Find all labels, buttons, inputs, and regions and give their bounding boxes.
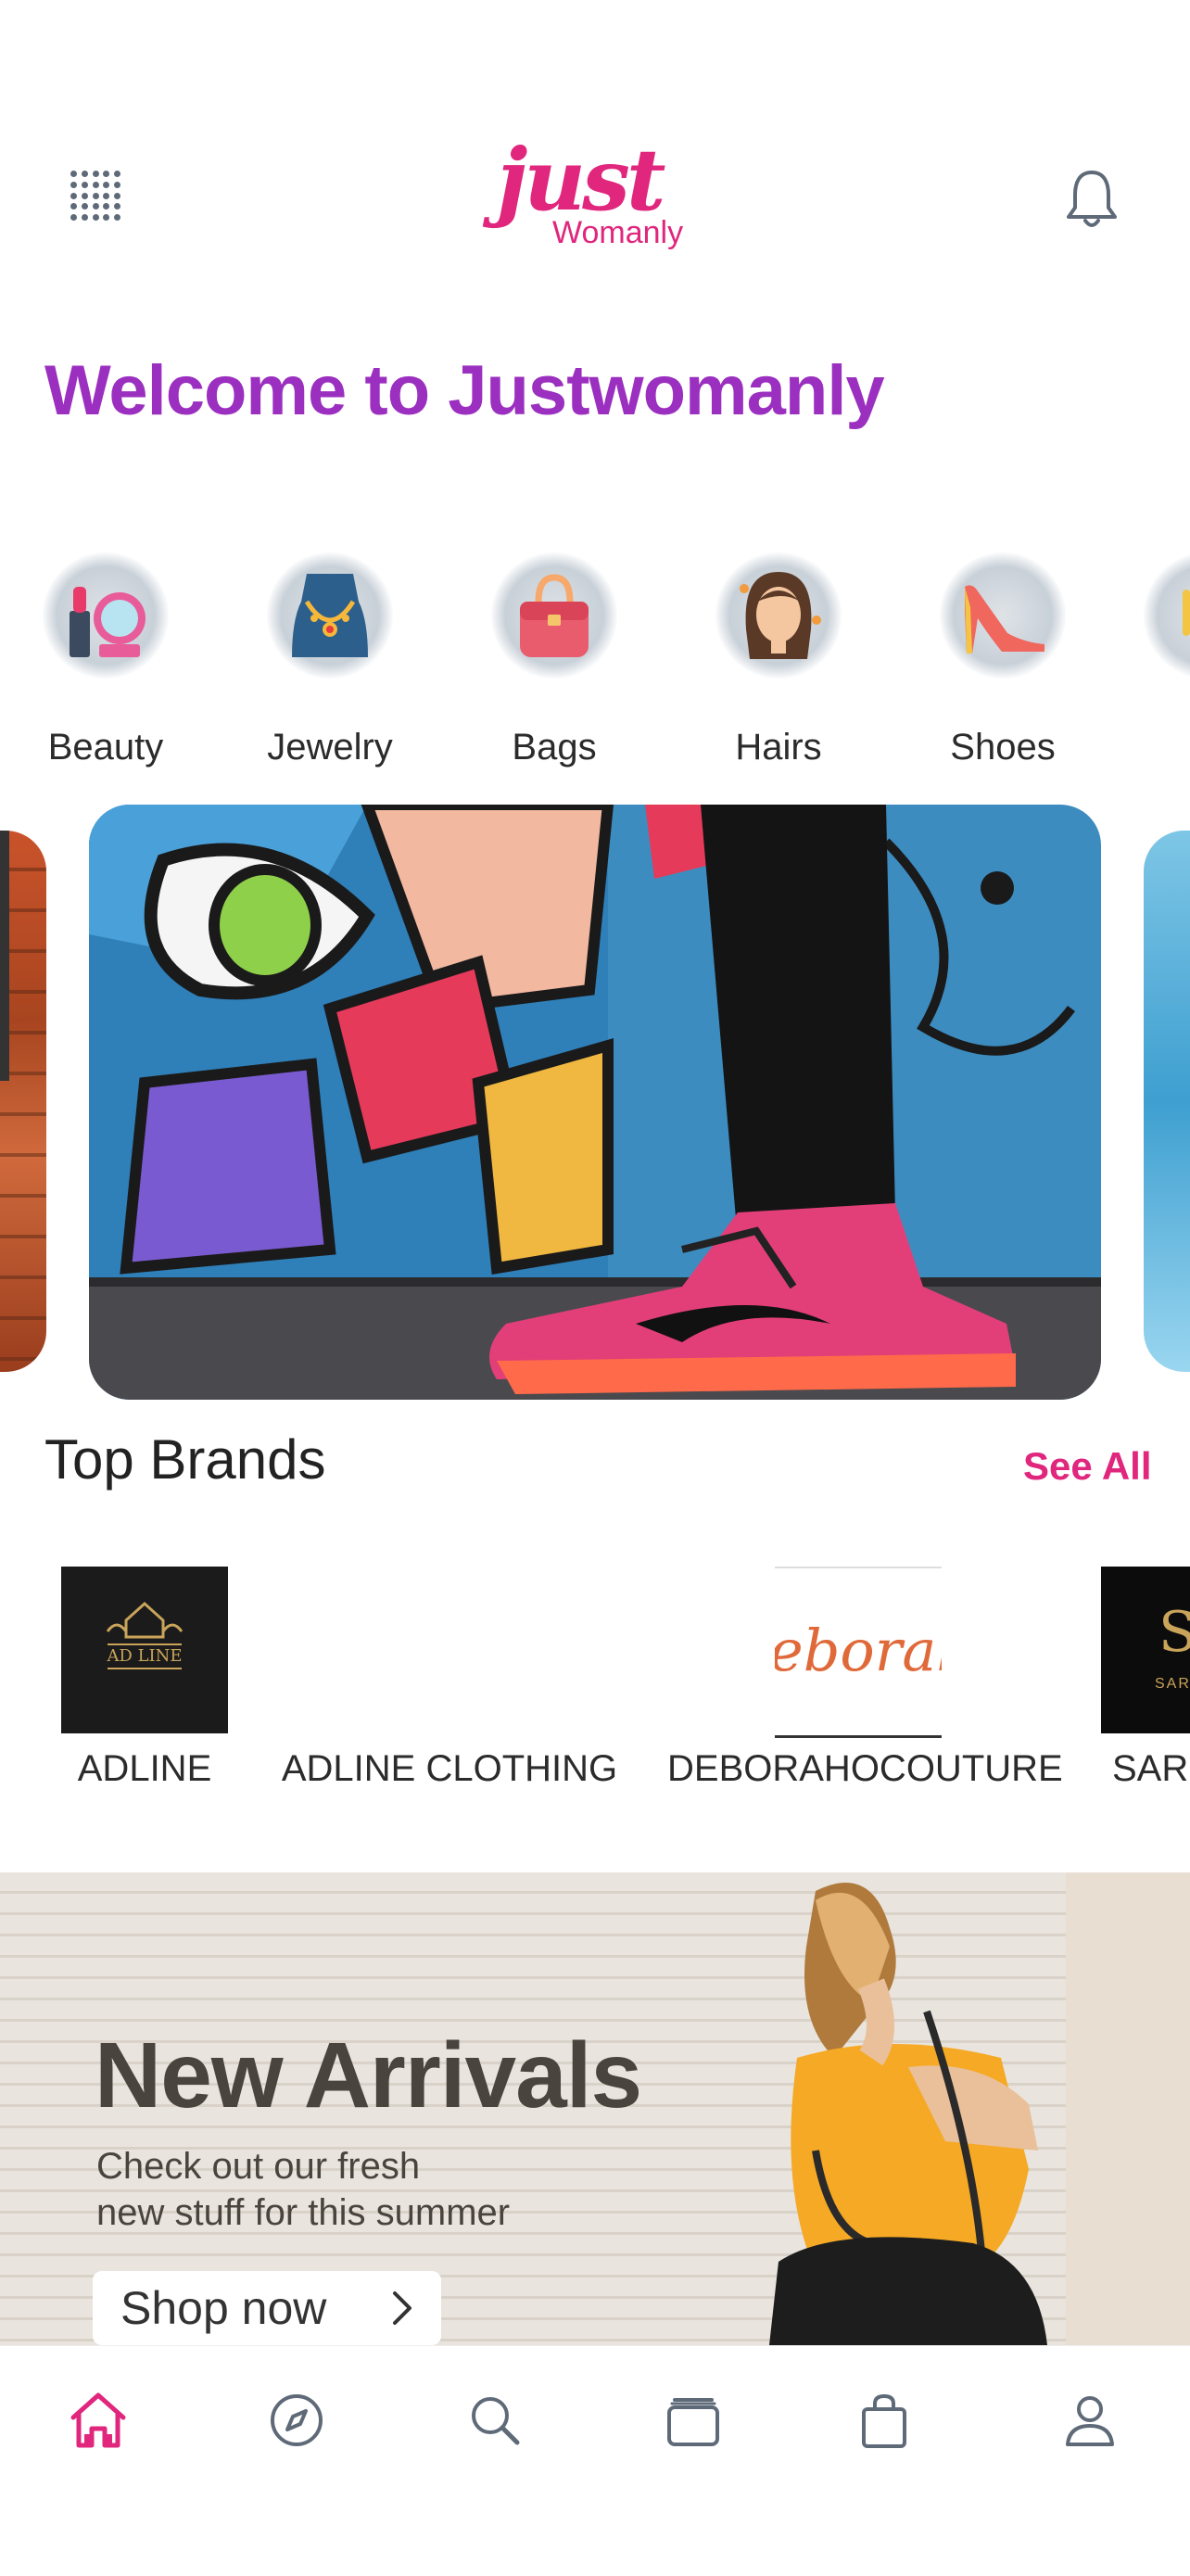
compass-icon [271,2394,323,2446]
category-label: Hairs [735,727,822,768]
nav-collections[interactable] [647,2374,740,2467]
nav-search[interactable] [449,2374,541,2467]
see-all-link[interactable]: See All [1023,1444,1152,1489]
nav-home[interactable] [52,2374,145,2467]
banner-subtitle-line1: Check out our fresh [96,2146,421,2187]
category-label: Beauty [47,727,164,768]
carousel-slide-previous[interactable] [0,831,46,1372]
category-label: Shoes [950,727,1056,768]
high-heel-icon [940,552,1066,679]
brand-logo-deborahcouture[interactable]: eborah [775,1567,942,1738]
nav-explore[interactable] [250,2374,343,2467]
shopping-bag-icon [862,2393,906,2448]
handbag-icon [491,552,617,679]
nav-profile[interactable] [1044,2374,1136,2467]
category-hairs[interactable]: Hairs [695,552,862,784]
search-icon [472,2397,520,2445]
category-beauty[interactable]: Beauty [22,552,189,784]
banner-subtitle: Check out our fresh new stuff for this s… [96,2143,615,2236]
brand-name-sari[interactable]: SARI [1112,1748,1190,1790]
nav-cart[interactable] [838,2374,930,2467]
brand-logo-text: eborah [775,1617,942,1684]
grid-menu-icon[interactable] [70,171,122,222]
category-bags[interactable]: Bags [471,552,638,784]
brand-logo-adline-clothing[interactable] [366,1567,533,1733]
logo-sub-text: Womanly [552,215,684,250]
home-icon [70,2392,126,2448]
top-brands-title: Top Brands [44,1428,326,1491]
brand-logo-adline[interactable]: AD LINE [61,1567,228,1733]
collections-icon [667,2398,719,2446]
bottom-navigation-bar [0,2345,1190,2576]
brand-name-deborahcouture[interactable]: DEBORAHOCOUTURE [667,1748,1063,1790]
profile-icon [1066,2396,1114,2446]
carousel-slide-next[interactable] [1144,831,1190,1372]
shop-now-label: Shop now [120,2282,327,2334]
banner-subtitle-line2: new stuff for this summer [96,2192,511,2233]
brand-logo-sari[interactable]: S SARI [1101,1567,1190,1733]
shop-now-button[interactable]: Shop now [93,2271,441,2345]
lipstick-mirror-icon [43,552,169,679]
category-next-partial[interactable] [1144,552,1190,679]
banner-title: New Arrivals [95,2024,642,2127]
brand-logo-text: AD LINE [107,1646,183,1666]
welcome-heading: Welcome to Justwomanly [44,351,885,430]
chevron-right-icon [391,2290,413,2337]
hair-icon [715,552,842,679]
carousel-slide-sneaker-image[interactable] [89,805,1101,1400]
notification-bell-icon[interactable] [1064,167,1120,232]
category-shoes[interactable]: Shoes [919,552,1086,784]
brand-name-adline[interactable]: ADLINE [52,1748,237,1790]
brand-logo-text: SARI [1155,1676,1190,1692]
category-jewelry[interactable]: Jewelry [247,552,413,784]
category-label: Bags [512,727,597,768]
category-label: Jewelry [267,727,393,768]
necklace-icon [267,552,393,679]
app-logo: just Womanly [497,130,691,269]
brand-name-adline-clothing[interactable]: ADLINE CLOTHING [278,1748,621,1790]
